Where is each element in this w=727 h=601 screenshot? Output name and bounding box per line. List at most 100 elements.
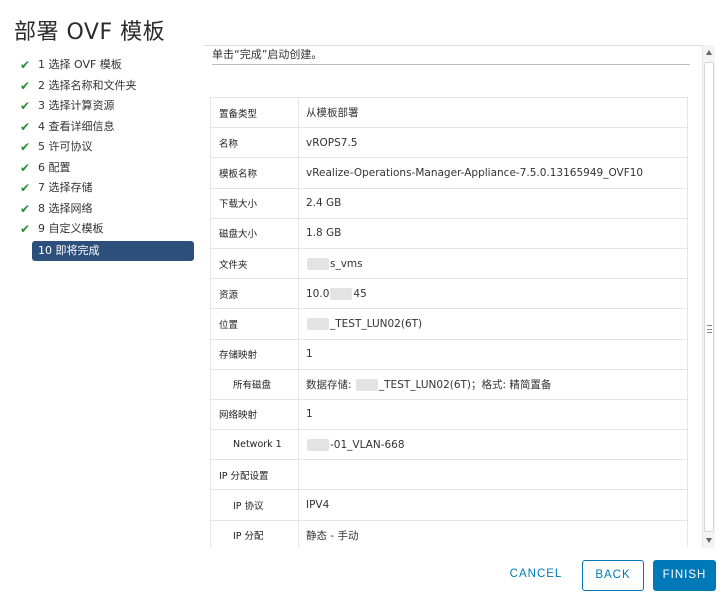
- redacted-mask: [307, 257, 329, 270]
- step-2[interactable]: ✔ 2 选择名称和文件夹: [18, 76, 198, 97]
- step-7[interactable]: ✔ 7 选择存储: [18, 178, 198, 199]
- value-suffix: _TEST_LUN02(6T): [330, 317, 423, 330]
- row-key: Network 1: [210, 429, 299, 461]
- table-row: IP 分配设置: [210, 459, 688, 491]
- finish-button[interactable]: FINISH: [653, 560, 716, 591]
- table-row: 所有磁盘 数据存储: _TEST_LUN02(6T)；格式: 精简置备: [210, 368, 688, 400]
- row-key: IP 协议: [210, 489, 299, 521]
- table-row: 名称 vROPS7.5: [210, 127, 688, 159]
- step-label: 8 选择网络: [38, 201, 93, 215]
- row-value: 静态 - 手动: [298, 519, 688, 547]
- redacted-mask: [307, 317, 329, 330]
- step-5[interactable]: ✔ 5 许可协议: [18, 137, 198, 158]
- step-8[interactable]: ✔ 8 选择网络: [18, 199, 198, 220]
- step-9[interactable]: ✔ 9 自定义模板: [18, 219, 198, 240]
- redacted-mask: [330, 287, 353, 300]
- row-value: 从模板部署: [298, 96, 688, 129]
- row-key: IP 分配设置: [210, 459, 299, 491]
- step-label: 7 选择存储: [38, 181, 93, 194]
- grip-icon: [707, 325, 712, 333]
- value-suffix: _TEST_LUN02(6T)；格式: 精简置备: [378, 378, 552, 391]
- row-key: IP 分配: [210, 519, 299, 547]
- table-row: 下载大小 2.4 GB: [210, 187, 688, 219]
- table-row: 置备类型 从模板部署: [210, 96, 688, 129]
- check-icon: ✔: [20, 140, 31, 154]
- step-6[interactable]: ✔ 6 配置: [18, 158, 198, 179]
- table-row: 文件夹 s_vms: [210, 247, 688, 280]
- row-value: vROPS7.5: [298, 127, 688, 159]
- wizard-steps: ✔ 1 选择 OVF 模板 ✔ 2 选择名称和文件夹 ✔ 3 选择计算资源 ✔ 4 查看…: [18, 55, 198, 261]
- row-key: 下载大小: [210, 187, 299, 219]
- row-value: vRealize-Operations-Manager-Appliance-7.…: [298, 157, 688, 189]
- back-button[interactable]: BACK: [582, 560, 644, 591]
- step-10-active[interactable]: 10 即将完成: [32, 240, 194, 261]
- row-key: 位置: [210, 308, 299, 340]
- step-4[interactable]: ✔ 4 查看详细信息: [18, 117, 198, 138]
- table-row: IP 协议 IPV4: [210, 489, 688, 521]
- check-icon: ✔: [20, 119, 31, 134]
- row-value: 1: [298, 398, 688, 431]
- table-row: 网络映射 1: [210, 398, 688, 431]
- scroll-thumb[interactable]: [704, 62, 714, 532]
- value-prefix: 10.0: [306, 287, 330, 300]
- table-row: 存储映射 1: [210, 338, 688, 370]
- check-icon: ✔: [20, 58, 31, 72]
- table-row: IP 分配 静态 - 手动: [210, 519, 688, 547]
- scroll-down-arrow-icon[interactable]: [706, 538, 712, 543]
- row-value: [298, 459, 688, 491]
- redacted-mask: [307, 438, 329, 451]
- deploy-ovf-dialog: 部署 OVF 模板 ✔ 1 选择 OVF 模板 ✔ 2 选择名称和文件夹 ✔ 3 选择…: [0, 0, 727, 601]
- value-suffix: 45: [353, 287, 367, 300]
- step-3[interactable]: ✔ 3 选择计算资源: [18, 96, 198, 117]
- step-label: 2 选择名称和文件夹: [38, 78, 137, 92]
- row-value: -01_VLAN-668: [298, 429, 688, 461]
- step-label: 10 即将完成: [38, 243, 100, 257]
- value-prefix: 数据存储:: [306, 378, 355, 391]
- row-value: 2.4 GB: [298, 187, 688, 219]
- row-value: 10.0 45: [298, 278, 688, 310]
- row-value: IPV4: [298, 489, 688, 521]
- row-value: s_vms: [298, 247, 688, 280]
- table-row: Network 1 -01_VLAN-668: [210, 429, 688, 461]
- table-row: 资源 10.0 45: [210, 278, 688, 310]
- redacted-mask: [355, 378, 378, 391]
- row-key: 存储映射: [210, 338, 299, 370]
- step-label: 3 选择计算资源: [38, 99, 115, 112]
- row-key: 名称: [210, 127, 299, 159]
- step-label: 9 自定义模板: [38, 222, 104, 235]
- row-value: _TEST_LUN02(6T): [298, 308, 688, 340]
- step-label: 5 许可协议: [38, 140, 93, 153]
- row-value: 1: [298, 338, 688, 370]
- divider: [212, 64, 690, 65]
- value-suffix: s_vms: [330, 257, 363, 270]
- step-label: 1 选择 OVF 模板: [38, 58, 122, 71]
- row-key: 文件夹: [210, 247, 299, 280]
- table-row: 模板名称 vRealize-Operations-Manager-Applian…: [210, 157, 688, 189]
- ready-to-complete-pane: 单击“完成”启动创建。 置备类型 从模板部署 名称 vROPS7.5 模板名称 …: [204, 45, 714, 547]
- row-key: 模板名称: [210, 157, 299, 189]
- instruction-text: 单击“完成”启动创建。: [212, 48, 323, 61]
- table-row: 位置 _TEST_LUN02(6T): [210, 308, 688, 340]
- dialog-title: 部署 OVF 模板: [14, 20, 166, 45]
- scroll-up-arrow-icon[interactable]: [706, 50, 712, 55]
- row-key: 所有磁盘: [210, 368, 299, 400]
- vertical-scrollbar[interactable]: [702, 45, 715, 548]
- row-value: 数据存储: _TEST_LUN02(6T)；格式: 精简置备: [298, 368, 688, 400]
- value-suffix: -01_VLAN-668: [330, 438, 405, 451]
- step-label: 4 查看详细信息: [38, 119, 115, 133]
- summary-table: 置备类型 从模板部署 名称 vROPS7.5 模板名称 vRealize-Ope…: [210, 96, 688, 547]
- check-icon: ✔: [20, 181, 31, 195]
- check-icon: ✔: [20, 78, 31, 93]
- cancel-button[interactable]: CANCEL: [505, 560, 567, 591]
- check-icon: ✔: [20, 160, 31, 175]
- row-key: 资源: [210, 278, 299, 310]
- check-icon: ✔: [20, 222, 31, 236]
- row-key: 网络映射: [210, 398, 299, 431]
- check-icon: ✔: [20, 99, 31, 113]
- check-icon: ✔: [20, 201, 31, 216]
- table-row: 磁盘大小 1.8 GB: [210, 217, 688, 249]
- row-value: 1.8 GB: [298, 217, 688, 249]
- row-key: 置备类型: [210, 96, 299, 129]
- step-label: 6 配置: [38, 160, 71, 174]
- step-1[interactable]: ✔ 1 选择 OVF 模板: [18, 55, 198, 76]
